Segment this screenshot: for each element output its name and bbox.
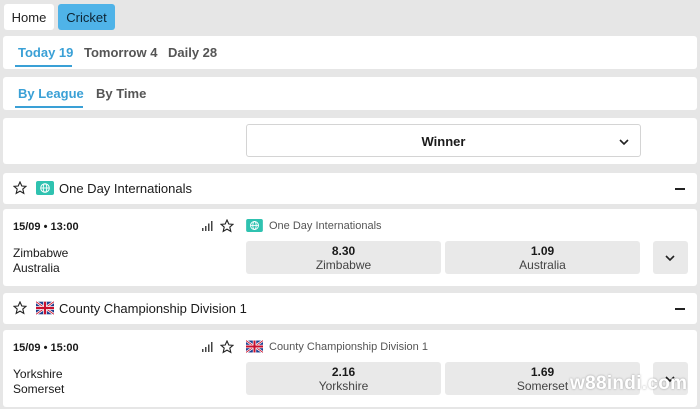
away-team: Somerset [13,382,65,396]
league-title: County Championship Division 1 [59,301,247,316]
match-time: 15/09 • 15:00 [13,342,79,354]
home-team: Yorkshire [13,367,63,381]
odds-value: 1.09 [530,244,555,258]
star-icon[interactable] [13,301,27,315]
tab-by-league[interactable]: By League [18,86,84,101]
globe-icon [36,181,54,195]
odds-selection: Zimbabwe [315,258,372,272]
match-card: 15/09 • 15:00 County Championship Divisi… [3,330,697,407]
day-tabs-bar: Today 19 Tomorrow 4 Daily 28 [3,36,697,69]
chevron-down-icon [665,255,675,262]
home-button[interactable]: Home [4,4,54,30]
tab-today[interactable]: Today 19 [18,45,73,60]
star-icon[interactable] [220,219,234,233]
star-icon[interactable] [13,181,27,195]
tab-daily[interactable]: Daily 28 [168,45,217,60]
odds-button-home[interactable]: 2.16 Yorkshire [246,362,441,395]
cricket-button[interactable]: Cricket [58,4,115,30]
away-team: Australia [13,261,60,275]
match-league-label: One Day Internationals [269,220,382,232]
odds-selection: Yorkshire [318,379,369,393]
odds-button-home[interactable]: 8.30 Zimbabwe [246,241,441,274]
view-tabs-bar: By League By Time [3,77,697,110]
stats-icon[interactable] [201,341,213,353]
odds-value: 8.30 [331,244,356,258]
globe-icon [246,219,263,232]
league-header[interactable]: One Day Internationals [3,173,697,204]
match-card: 15/09 • 13:00 One Day Internationals Zim… [3,209,697,286]
tab-today-underline [15,65,72,67]
market-select-value: Winner [421,134,466,149]
watermark: w88indi.com [570,373,688,394]
more-markets-button[interactable] [653,241,688,274]
tab-tomorrow[interactable]: Tomorrow 4 [84,45,157,60]
chevron-down-icon [619,139,629,146]
collapse-icon[interactable] [675,188,685,190]
uk-flag-icon [36,301,54,315]
home-team: Zimbabwe [13,246,69,260]
star-icon[interactable] [220,340,234,354]
uk-flag-icon [246,340,263,353]
match-time: 15/09 • 13:00 [13,221,79,233]
tab-by-league-underline [15,106,83,108]
odds-selection: Australia [519,258,566,272]
league-header[interactable]: County Championship Division 1 [3,293,697,324]
odds-button-away[interactable]: 1.09 Australia [445,241,640,274]
market-panel: Winner [3,118,697,164]
stats-icon[interactable] [201,220,213,232]
odds-value: 2.16 [331,365,356,379]
match-league-label: County Championship Division 1 [269,341,428,353]
league-title: One Day Internationals [59,181,192,196]
collapse-icon[interactable] [675,308,685,310]
market-select[interactable]: Winner [246,124,641,157]
tab-by-time[interactable]: By Time [96,86,146,101]
